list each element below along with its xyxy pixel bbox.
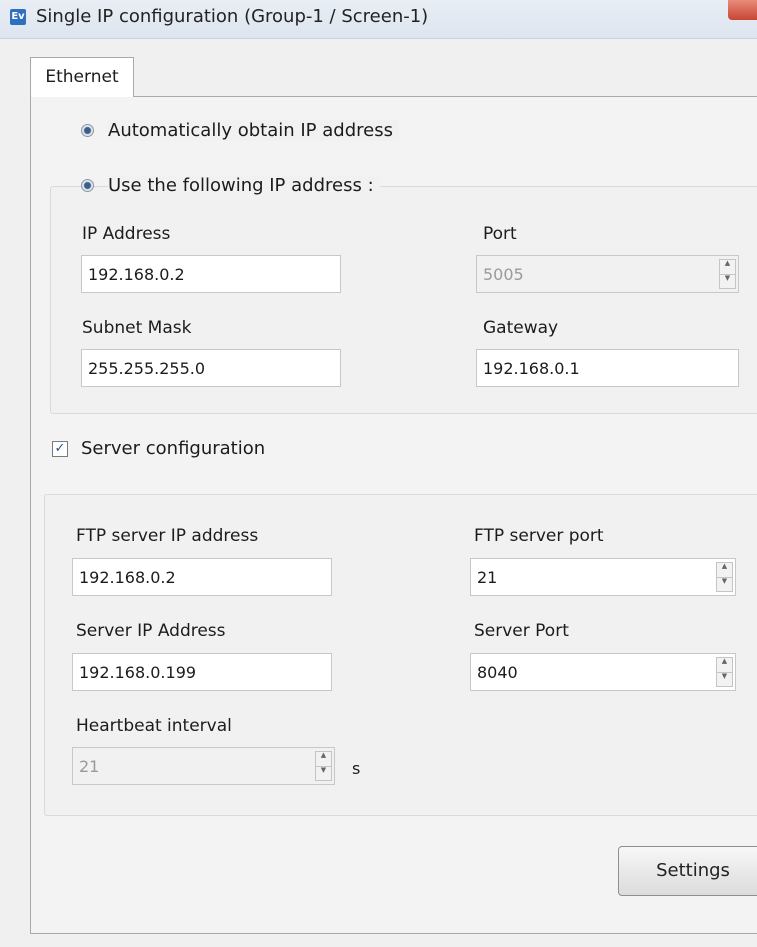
- spin-up-icon: ▲: [720, 260, 735, 275]
- ip-address-value: 192.168.0.2: [88, 264, 185, 284]
- gateway-label: Gateway: [483, 318, 559, 338]
- auto-ip-label: Automatically obtain IP address: [108, 120, 399, 141]
- ftp-port-spinner[interactable]: ▲ ▼: [716, 562, 733, 592]
- auto-ip-radio[interactable]: [81, 124, 94, 137]
- heartbeat-unit: s: [352, 759, 361, 778]
- spin-up-icon: ▲: [316, 752, 331, 767]
- title-bar: Ev Single IP configuration (Group-1 / Sc…: [0, 0, 757, 39]
- close-button[interactable]: [728, 0, 757, 20]
- auto-ip-option[interactable]: Automatically obtain IP address: [81, 120, 399, 141]
- spin-down-icon: ▼: [320, 765, 327, 774]
- server-ip-label: Server IP Address: [76, 621, 226, 641]
- gateway-field[interactable]: 192.168.0.1: [476, 349, 739, 387]
- server-port-field[interactable]: 8040 ▲ ▼: [470, 653, 736, 691]
- spin-up-icon[interactable]: ▲: [717, 658, 732, 673]
- port-spinner: ▲ ▼: [719, 259, 736, 289]
- ftp-ip-value: 192.168.0.2: [79, 567, 176, 587]
- port-value: 5005: [483, 264, 524, 284]
- subnet-mask-value: 255.255.255.0: [88, 358, 206, 378]
- server-port-value: 8040: [477, 662, 518, 682]
- spin-down-icon[interactable]: ▼: [717, 672, 732, 687]
- server-port-label: Server Port: [474, 621, 569, 641]
- ftp-ip-label: FTP server IP address: [76, 526, 259, 546]
- ftp-port-value: 21: [477, 567, 498, 587]
- spin-down-icon: ▼: [724, 273, 731, 282]
- port-label: Port: [483, 224, 517, 244]
- app-icon: Ev: [10, 9, 26, 25]
- ip-address-label: IP Address: [82, 224, 171, 244]
- server-ip-field[interactable]: 192.168.0.199: [72, 653, 332, 691]
- window-title: Single IP configuration (Group-1 / Scree…: [36, 6, 429, 27]
- manual-ip-radio[interactable]: [81, 179, 94, 192]
- ftp-port-label: FTP server port: [474, 526, 604, 546]
- heartbeat-value: 21: [79, 756, 100, 776]
- server-port-spinner[interactable]: ▲ ▼: [716, 657, 733, 687]
- gateway-value: 192.168.0.1: [483, 358, 580, 378]
- spin-down-icon[interactable]: ▼: [717, 577, 732, 592]
- server-ip-value: 192.168.0.199: [79, 662, 197, 682]
- spin-up-icon[interactable]: ▲: [717, 563, 732, 578]
- tab-ethernet[interactable]: Ethernet: [30, 57, 134, 97]
- subnet-mask-field[interactable]: 255.255.255.0: [81, 349, 341, 387]
- heartbeat-spinner: ▲ ▼: [315, 751, 332, 781]
- settings-button[interactable]: Settings: [618, 846, 757, 896]
- ftp-ip-field[interactable]: 192.168.0.2: [72, 558, 332, 596]
- server-config-label: Server configuration: [81, 438, 266, 459]
- manual-ip-label: Use the following IP address :: [108, 175, 380, 196]
- server-config-checkbox[interactable]: ✓: [52, 441, 68, 457]
- ip-address-field[interactable]: 192.168.0.2: [81, 255, 341, 293]
- subnet-mask-label: Subnet Mask: [82, 318, 192, 338]
- heartbeat-field: 21 ▲ ▼: [72, 747, 335, 785]
- port-field: 5005 ▲ ▼: [476, 255, 739, 293]
- heartbeat-label: Heartbeat interval: [76, 716, 232, 736]
- ftp-port-field[interactable]: 21 ▲ ▼: [470, 558, 736, 596]
- manual-ip-option[interactable]: Use the following IP address :: [81, 175, 380, 196]
